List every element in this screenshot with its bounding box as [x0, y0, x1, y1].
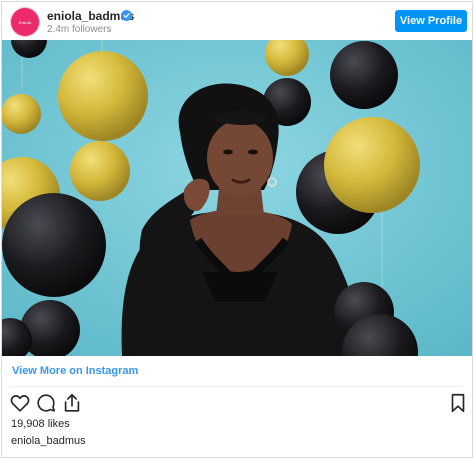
action-bar [2, 392, 472, 414]
share-icon[interactable] [61, 392, 83, 414]
post-photo-image [2, 40, 472, 356]
black-balloon [2, 193, 106, 297]
post-header: Eniola eniola_badmus 2.4m followers View… [2, 2, 472, 42]
verified-icon [121, 10, 132, 21]
view-profile-button[interactable]: View Profile [395, 10, 467, 32]
post-photo[interactable] [2, 40, 472, 356]
comment-icon[interactable] [35, 392, 57, 414]
avatar-text: Eniola [18, 19, 32, 25]
heart-icon[interactable] [9, 392, 31, 414]
view-more-link[interactable]: View More on Instagram [12, 365, 138, 377]
instagram-embed: Eniola eniola_badmus 2.4m followers View… [1, 1, 473, 458]
gold-balloon [58, 51, 148, 141]
caption-username[interactable]: eniola_badmus [11, 435, 86, 447]
follower-count: 2.4m followers [47, 24, 112, 35]
avatar[interactable]: Eniola [11, 8, 39, 36]
bookmark-icon[interactable] [447, 392, 469, 414]
like-count[interactable]: 19,908 likes [11, 418, 70, 430]
divider [11, 386, 463, 387]
